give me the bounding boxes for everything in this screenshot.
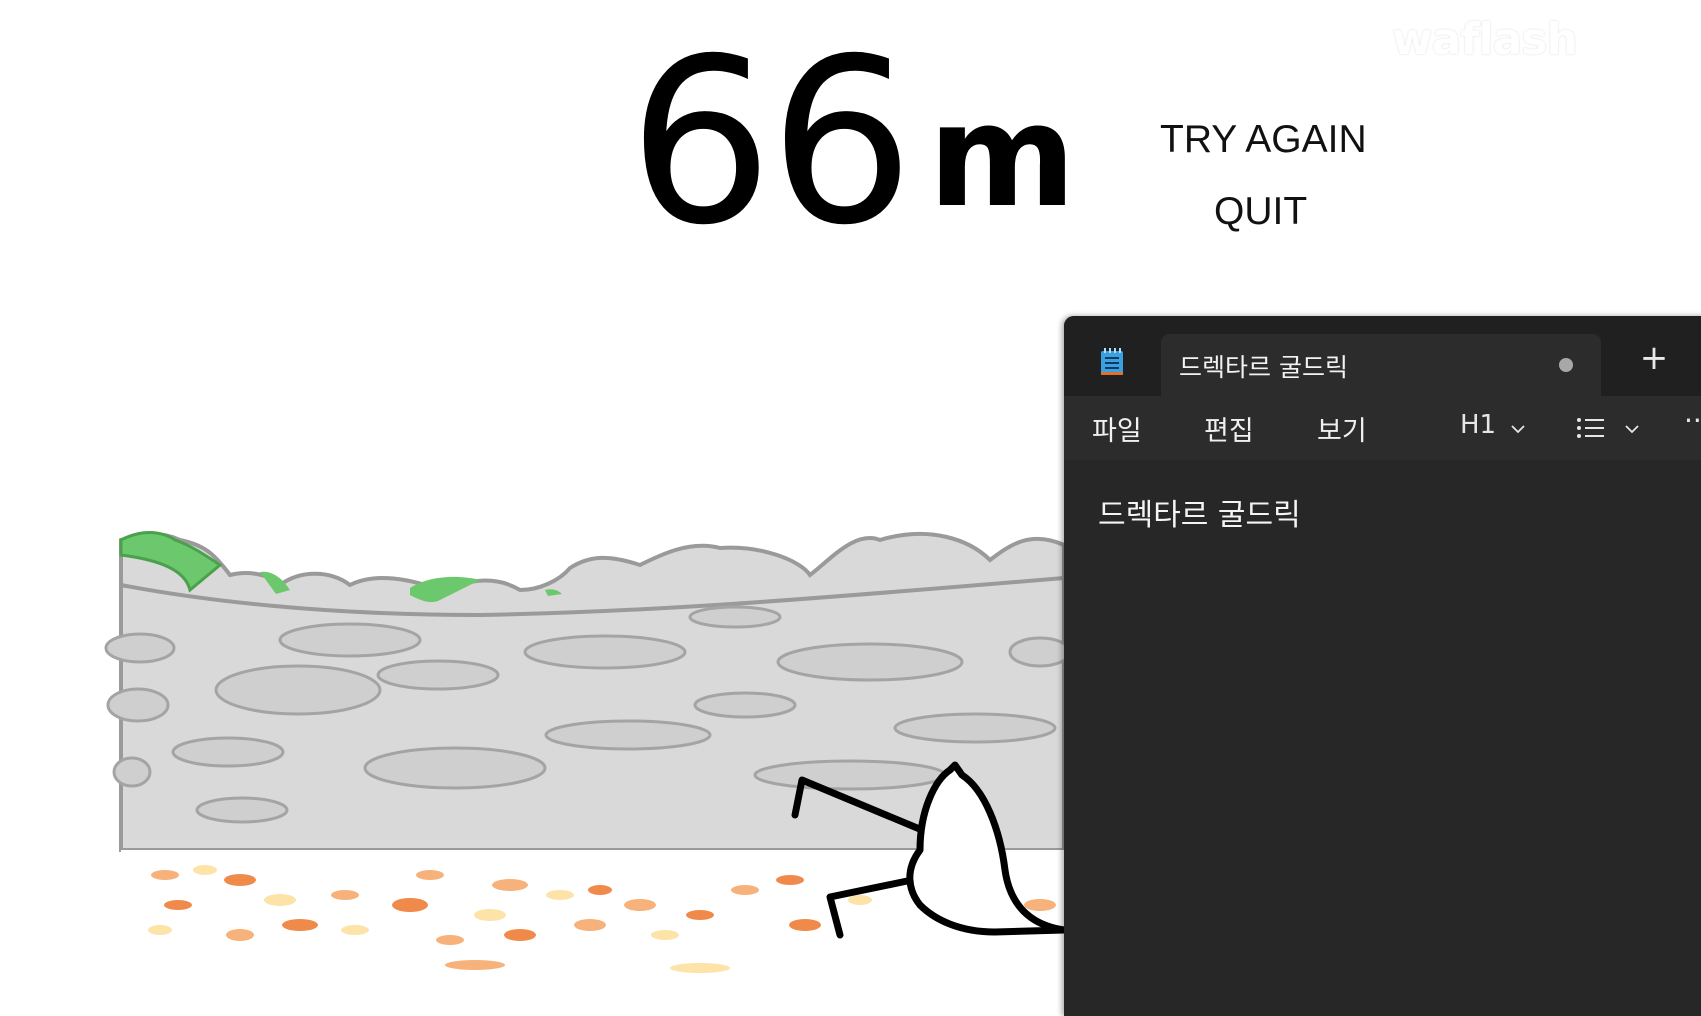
heading-dropdown[interactable]: H1: [1460, 410, 1496, 440]
document-heading-text[interactable]: 드렉타르 굴드릭: [1098, 490, 1301, 534]
list-icon[interactable]: [1576, 416, 1606, 440]
try-again-button[interactable]: TRY AGAIN: [1160, 118, 1367, 162]
notepad-menubar: 파일 편집 보기 H1 ···: [1064, 396, 1701, 460]
watermark-logo: waflash: [1392, 14, 1578, 65]
notepad-icon: [1101, 348, 1123, 375]
more-options-button[interactable]: ···: [1684, 404, 1701, 437]
distance-score: 66 m: [628, 28, 1076, 256]
editor-area[interactable]: 드렉타르 굴드릭: [1064, 460, 1701, 1016]
tab-title: 드렉타르 굴드릭: [1179, 353, 1348, 382]
unsaved-dot-icon[interactable]: [1559, 358, 1573, 372]
notepad-window: 드렉타르 굴드릭 + 파일 편집 보기 H1 ··· 드렉타르 굴드릭: [1064, 316, 1701, 1016]
distance-value: 66: [628, 9, 914, 275]
quit-button[interactable]: QUIT: [1214, 190, 1307, 234]
menu-file[interactable]: 파일: [1092, 409, 1142, 448]
menu-edit[interactable]: 편집: [1204, 409, 1254, 448]
tab-document[interactable]: 드렉타르 굴드릭: [1161, 334, 1601, 396]
distance-unit: m: [928, 74, 1077, 239]
notepad-titlebar: 드렉타르 굴드릭 +: [1064, 316, 1701, 396]
chevron-down-icon[interactable]: [1624, 421, 1640, 437]
menu-view[interactable]: 보기: [1317, 409, 1367, 448]
chevron-down-icon[interactable]: [1510, 421, 1526, 437]
new-tab-button[interactable]: +: [1636, 340, 1672, 376]
